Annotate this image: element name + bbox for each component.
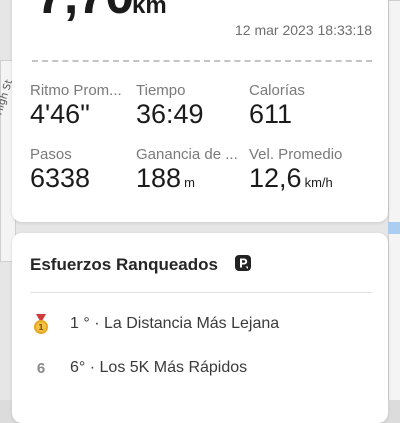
- distance-value: 7,70: [36, 0, 134, 26]
- stat-time: Tiempo 36:49: [136, 82, 244, 130]
- svg-text:1: 1: [38, 323, 44, 332]
- stat-label: Vel. Promedio: [249, 146, 343, 163]
- stat-value: 12,6: [249, 163, 302, 193]
- ranked-efforts-title: Esfuerzos Ranqueados: [30, 255, 218, 274]
- activity-datetime: 12 mar 2023 18:33:18: [235, 22, 372, 38]
- distance-unit: km: [132, 0, 167, 19]
- stat-unit: m: [184, 175, 195, 190]
- map-water: [388, 222, 400, 234]
- ranked-badge-icon: [235, 255, 251, 271]
- gold-medal-icon: 1: [30, 313, 52, 335]
- stat-label: Calorías: [249, 82, 305, 99]
- stat-label: Ritmo Prom...: [30, 82, 122, 99]
- stat-average-pace: Ritmo Prom... 4'46": [30, 82, 132, 130]
- stat-value: 611: [249, 99, 293, 129]
- dashed-divider: [32, 60, 372, 62]
- stat-unit: km/h: [304, 175, 333, 190]
- stat-elevation-gain: Ganancia de ... 188 m: [136, 146, 244, 194]
- stat-value: 188: [136, 163, 182, 193]
- stat-label: Tiempo: [136, 82, 186, 99]
- stat-label: Pasos: [30, 146, 72, 163]
- stat-label: Ganancia de ...: [136, 146, 238, 163]
- stat-value: 4'46": [30, 99, 90, 129]
- divider: [30, 292, 372, 293]
- stat-average-speed: Vel. Promedio 12,6 km/h: [249, 146, 379, 194]
- map-road: [388, 0, 400, 400]
- ranked-effort-row[interactable]: 1 1 ° · La Distancia Más Lejana: [30, 312, 279, 336]
- ranked-effort-row[interactable]: 6 6° · Los 5K Más Rápidos: [30, 356, 247, 380]
- ranked-efforts-card: Esfuerzos Ranqueados 1 1 ° · La Distanci…: [12, 233, 388, 423]
- stat-calories: Calorías 611: [249, 82, 369, 130]
- stat-steps: Pasos 6338: [30, 146, 132, 194]
- ranked-effort-label: 6° · Los 5K Más Rápidos: [70, 359, 248, 376]
- activity-summary-card: 7,70 km 12 mar 2023 18:33:18 Ritmo Prom.…: [12, 0, 388, 222]
- stat-value: 6338: [30, 163, 91, 193]
- rank-number: 6: [36, 359, 46, 377]
- ranked-effort-label: 1 ° · La Distancia Más Lejana: [70, 315, 280, 332]
- stat-value: 36:49: [136, 99, 204, 129]
